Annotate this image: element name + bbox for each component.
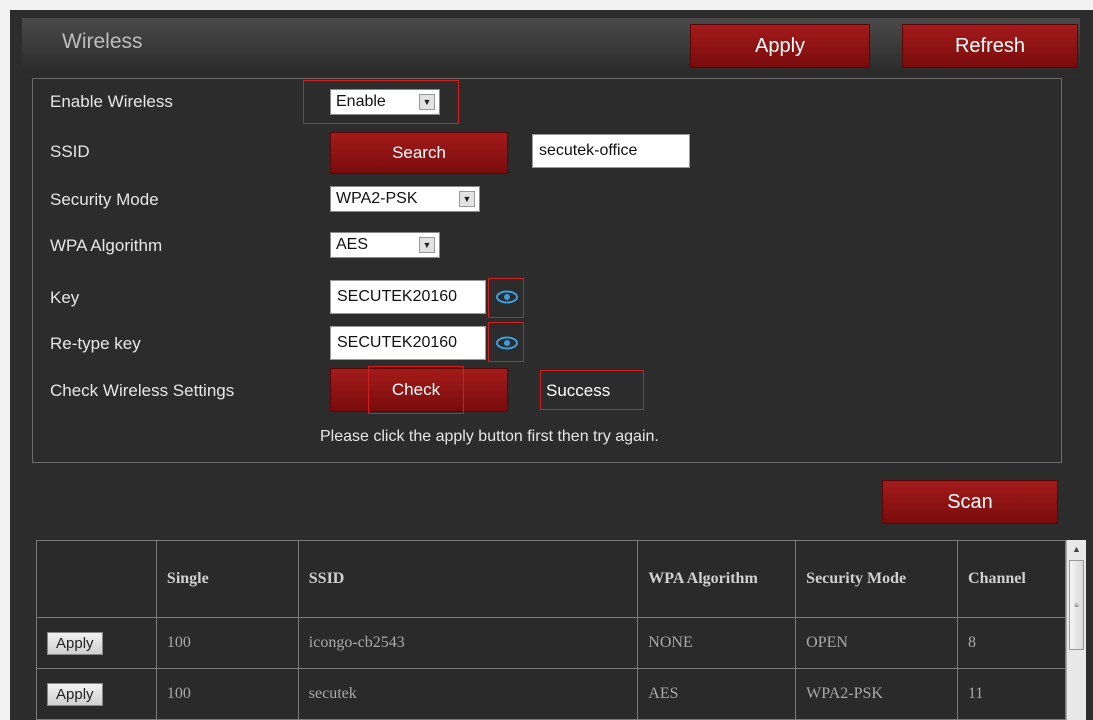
check-status-text: Success	[546, 381, 611, 400]
column-header-security-mode: Security Mode	[795, 540, 959, 618]
table-scrollbar[interactable]: ▲ ≡	[1066, 540, 1086, 720]
wpa-algorithm-value: AES	[336, 236, 369, 253]
wpa-algorithm-select[interactable]: AES ▼	[330, 232, 440, 258]
row-mode: WPA2-PSK	[795, 668, 959, 720]
row-mode: OPEN	[795, 617, 959, 669]
column-header-action	[36, 540, 157, 618]
key-input[interactable]: SECUTEK20160	[330, 280, 486, 314]
chevron-down-icon: ▼	[419, 237, 435, 253]
table-row: Apply 100 secutek AES WPA2-PSK 11	[36, 668, 1066, 720]
row-channel: 11	[957, 668, 1066, 720]
security-mode-label: Security Mode	[50, 190, 159, 209]
scan-results-table-wrap: Single SSID WPA Algorithm Security Mode …	[36, 540, 1066, 720]
enable-wireless-label: Enable Wireless	[50, 92, 173, 111]
check-button-label[interactable]: Check	[368, 366, 464, 414]
column-header-single: Single	[155, 540, 299, 618]
apply-button[interactable]: Apply	[690, 24, 870, 68]
ssid-search-button[interactable]: Search	[330, 132, 508, 174]
row-ssid: icongo-cb2543	[297, 617, 639, 669]
column-header-channel: Channel	[957, 540, 1066, 618]
apply-first-note: Please click the apply button first then…	[320, 428, 659, 445]
chevron-up-icon[interactable]: ▲	[1069, 542, 1084, 556]
chevron-down-icon: ▼	[459, 191, 475, 207]
chevron-down-icon: ▼	[419, 94, 435, 110]
wpa-algorithm-label: WPA Algorithm	[50, 236, 163, 255]
eye-icon[interactable]	[496, 336, 518, 350]
row-apply-button[interactable]: Apply	[47, 682, 103, 706]
row-channel: 8	[957, 617, 1066, 669]
row-wpa: NONE	[637, 617, 797, 669]
row-ssid: secutek	[297, 668, 639, 720]
retype-key-input[interactable]: SECUTEK20160	[330, 326, 486, 360]
ssid-label: SSID	[50, 142, 90, 161]
ssid-input[interactable]: secutek-office	[532, 134, 690, 168]
enable-wireless-select[interactable]: Enable ▼	[330, 89, 440, 115]
check-wireless-label: Check Wireless Settings	[50, 381, 235, 400]
table-header-row: Single SSID WPA Algorithm Security Mode …	[36, 540, 1066, 618]
column-header-wpa-algorithm: WPA Algorithm	[637, 540, 797, 618]
row-single: 100	[155, 617, 299, 669]
scan-results-table: Single SSID WPA Algorithm Security Mode …	[36, 540, 1066, 720]
eye-icon[interactable]	[496, 290, 518, 304]
row-wpa: AES	[637, 668, 797, 720]
retype-key-label: Re-type key	[50, 334, 141, 353]
refresh-button[interactable]: Refresh	[902, 24, 1078, 68]
enable-wireless-value: Enable	[336, 93, 386, 110]
key-label: Key	[50, 288, 80, 307]
scrollbar-thumb[interactable]: ≡	[1069, 560, 1084, 650]
column-header-ssid: SSID	[297, 540, 639, 618]
security-mode-value: WPA2-PSK	[336, 190, 418, 207]
page-title: Wireless	[62, 30, 143, 53]
scan-button[interactable]: Scan	[882, 480, 1058, 524]
security-mode-select[interactable]: WPA2-PSK ▼	[330, 186, 480, 212]
row-single: 100	[155, 668, 299, 720]
row-apply-button[interactable]: Apply	[47, 631, 103, 655]
table-row: Apply 100 icongo-cb2543 NONE OPEN 8	[36, 617, 1066, 669]
